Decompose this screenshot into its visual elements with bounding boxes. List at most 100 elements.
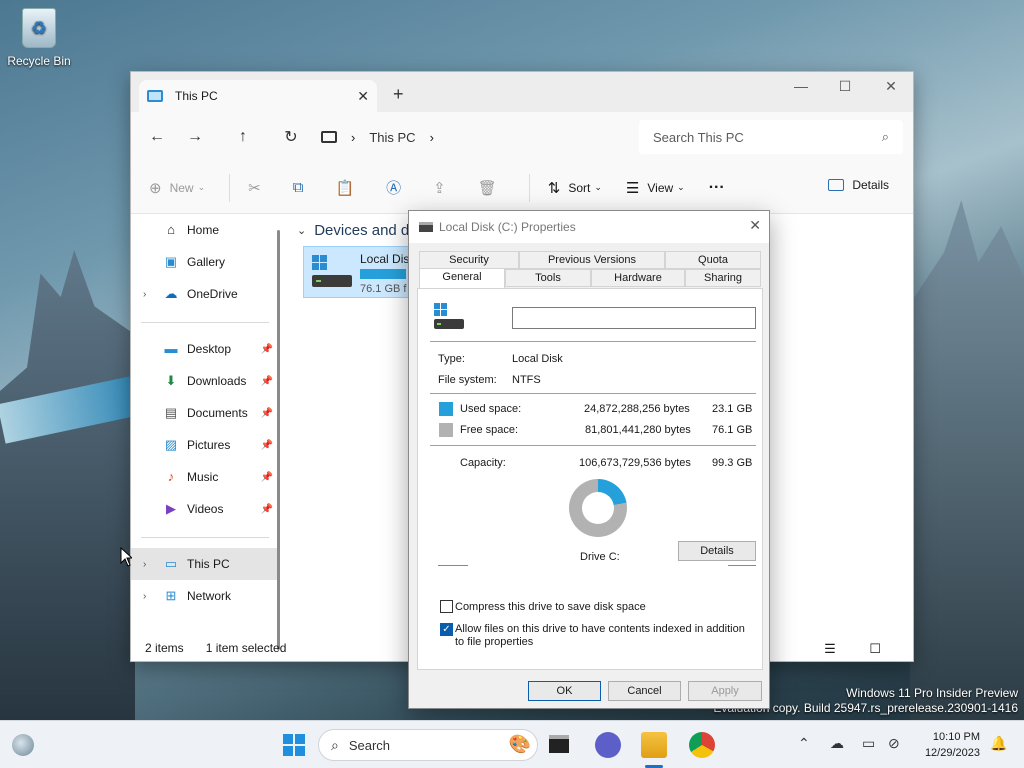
sidebar-item-this-pc[interactable]: › ▭ This PC: [131, 548, 279, 580]
documents-icon: ▤: [164, 405, 178, 420]
chevron-right-icon[interactable]: ›: [143, 289, 146, 300]
close-tab-icon[interactable]: ✕: [357, 88, 369, 105]
show-hidden-icons-chevron-icon[interactable]: ⌃: [798, 735, 810, 752]
item-count: 2 items: [145, 641, 184, 655]
back-arrow-icon[interactable]: ←: [143, 128, 171, 146]
more-options-icon[interactable]: ···: [709, 179, 725, 197]
close-icon[interactable]: ✕: [749, 217, 761, 234]
wallpaper-city-right: [910, 200, 1024, 720]
sidebar-item-documents[interactable]: ▤ Documents 📌: [131, 397, 279, 429]
drive-label-input[interactable]: [512, 307, 756, 329]
pin-icon[interactable]: 📌: [261, 472, 273, 483]
drive-icon: [419, 222, 433, 232]
refresh-icon[interactable]: ↻: [267, 127, 315, 147]
drive-properties-dialog: Local Disk (C:) Properties ✕ Security Pr…: [408, 210, 770, 709]
sidebar-item-music[interactable]: ♪ Music 📌: [131, 461, 279, 493]
cancel-button[interactable]: Cancel: [608, 681, 681, 701]
tab-quota[interactable]: Quota: [665, 251, 761, 269]
paste-button[interactable]: 📋: [335, 179, 362, 197]
sidebar-item-network[interactable]: › ⊞ Network: [131, 580, 279, 612]
new-tab-button[interactable]: +: [393, 84, 404, 105]
chevron-right-icon[interactable]: ›: [143, 591, 146, 602]
sidebar-item-downloads[interactable]: ⬇ Downloads 📌: [131, 365, 279, 397]
sidebar-item-home[interactable]: ⌂ Home: [131, 214, 279, 246]
close-window-button[interactable]: ✕: [869, 78, 913, 95]
chevron-down-icon[interactable]: ⌄: [297, 224, 306, 237]
new-button[interactable]: ⊕ New ⌄: [149, 179, 205, 197]
chrome-icon[interactable]: [689, 732, 715, 758]
sidebar-item-label: Downloads: [187, 374, 247, 388]
filesystem-label: File system:: [438, 374, 497, 386]
sidebar-scrollbar[interactable]: [277, 230, 280, 650]
recycle-bin-desktop-icon[interactable]: ♻ Recycle Bin: [4, 8, 74, 68]
delete-button[interactable]: 🗑: [478, 179, 505, 197]
sidebar-item-desktop[interactable]: ▬ Desktop 📌: [131, 333, 279, 365]
group-header-devices[interactable]: ⌄ Devices and dr: [297, 222, 414, 239]
task-view-icon[interactable]: [549, 735, 569, 753]
notification-bell-icon[interactable]: 🔔: [990, 735, 1007, 752]
tab-security[interactable]: Security: [419, 251, 519, 269]
details-pane-icon: [828, 179, 845, 191]
cut-button[interactable]: ✂: [248, 179, 269, 197]
index-label[interactable]: Allow files on this drive to have conten…: [455, 623, 755, 649]
tab-this-pc[interactable]: This PC ✕: [139, 80, 377, 112]
pin-icon[interactable]: 📌: [261, 504, 273, 515]
sidebar-item-pictures[interactable]: ▨ Pictures 📌: [131, 429, 279, 461]
sidebar-item-videos[interactable]: ▶ Videos 📌: [131, 493, 279, 525]
details-label: Details: [852, 178, 889, 192]
index-checkbox[interactable]: ✓: [440, 623, 453, 636]
pin-icon[interactable]: 📌: [261, 408, 273, 419]
computer-icon: [321, 131, 337, 143]
tab-hardware[interactable]: Hardware: [591, 269, 685, 287]
sidebar-item-onedrive[interactable]: › ☁ OneDrive: [131, 278, 279, 310]
forward-arrow-icon[interactable]: →: [171, 128, 219, 146]
pin-icon[interactable]: 📌: [261, 440, 273, 451]
tab-sharing[interactable]: Sharing: [685, 269, 761, 287]
display-icon[interactable]: ▭: [862, 735, 875, 752]
chevron-right-icon[interactable]: ›: [430, 130, 434, 145]
disk-usage-donut-chart: [569, 479, 627, 537]
chat-icon[interactable]: [595, 732, 621, 758]
sidebar-item-label: Desktop: [187, 342, 232, 356]
tab-previous-versions[interactable]: Previous Versions: [519, 251, 665, 269]
divider: [430, 445, 756, 446]
breadcrumb-this-pc[interactable]: This PC: [369, 130, 415, 145]
sort-button[interactable]: ⇅ Sort ⌄: [548, 179, 602, 197]
details-pane-button[interactable]: Details: [828, 178, 889, 192]
pin-icon[interactable]: 📌: [261, 376, 273, 387]
chevron-right-icon[interactable]: ›: [143, 559, 146, 570]
drive-tile-c[interactable]: Local Dis 76.1 GB f: [303, 246, 413, 298]
compress-checkbox[interactable]: [440, 600, 453, 613]
sidebar-item-gallery[interactable]: ▣ Gallery: [131, 246, 279, 278]
share-button[interactable]: ⇪: [433, 179, 454, 197]
network-status-icon[interactable]: ⊘: [888, 735, 900, 752]
divider: [430, 341, 756, 342]
ok-button[interactable]: OK: [528, 681, 601, 701]
maximize-button[interactable]: ☐: [823, 78, 867, 95]
start-windows-icon[interactable]: [281, 732, 307, 758]
up-arrow-icon[interactable]: ↑: [219, 128, 267, 146]
details-button[interactable]: Details: [678, 541, 756, 561]
gallery-icon: ▣: [164, 254, 178, 269]
minimize-button[interactable]: —: [779, 78, 823, 94]
widgets-icon[interactable]: [12, 734, 34, 756]
pin-icon[interactable]: 📌: [261, 344, 273, 355]
search-input[interactable]: Search This PC ⌕: [639, 120, 903, 154]
file-explorer-taskbar-icon[interactable]: [641, 732, 667, 758]
taskbar-search[interactable]: ⌕ Search 🎨: [318, 729, 538, 761]
copy-button[interactable]: ⧉: [293, 179, 312, 196]
system-clock[interactable]: 10:10 PM 12/29/2023: [925, 729, 980, 761]
details-view-icon[interactable]: ☰: [824, 641, 836, 656]
apply-button[interactable]: Apply: [688, 681, 762, 701]
onedrive-offline-icon[interactable]: ☁: [830, 735, 844, 752]
pc-icon: [147, 90, 163, 102]
tiles-view-icon[interactable]: ☐: [869, 641, 881, 656]
view-button[interactable]: ☰ View ⌄: [626, 179, 685, 197]
rename-icon: Ⓐ: [386, 180, 402, 197]
tab-tools[interactable]: Tools: [505, 269, 591, 287]
compress-label[interactable]: Compress this drive to save disk space: [455, 601, 646, 613]
address-bar[interactable]: › This PC ›: [321, 130, 434, 145]
tab-general[interactable]: General: [419, 268, 505, 288]
rename-button[interactable]: Ⓐ: [386, 177, 409, 198]
search-highlight-icon: 🎨: [508, 734, 531, 754]
